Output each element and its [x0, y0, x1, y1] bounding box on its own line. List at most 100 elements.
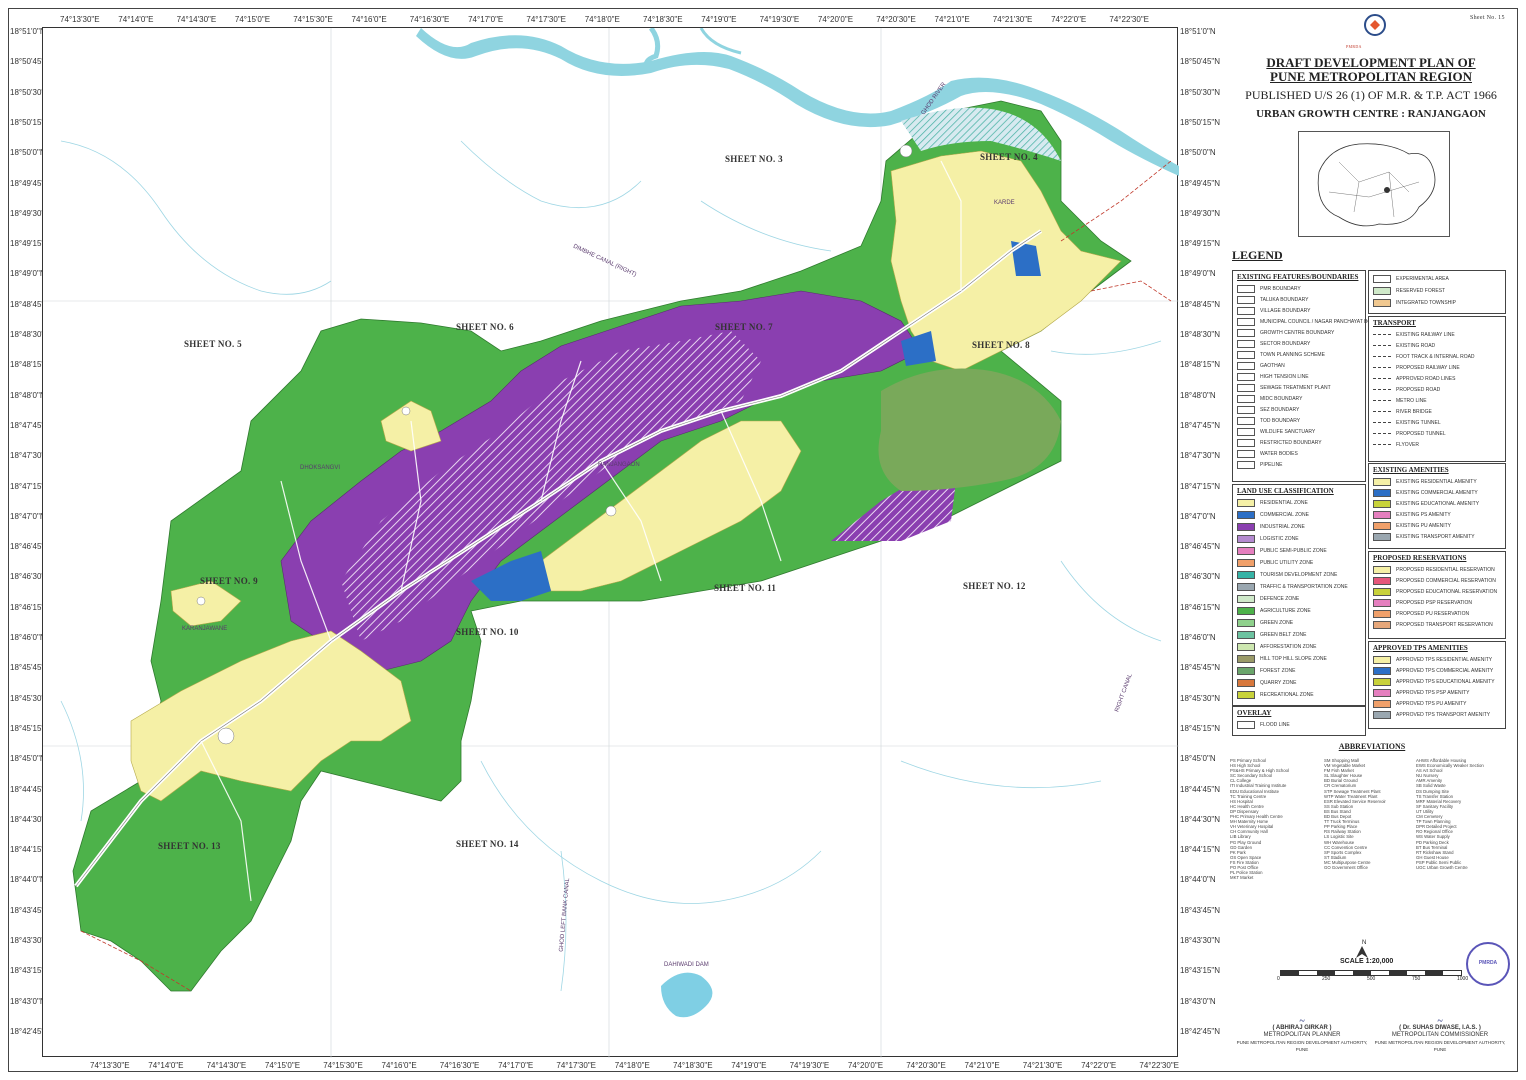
ghod-river — [416, 28, 1179, 176]
title-line-2: PUNE METROPOLITAN REGION — [1270, 69, 1472, 84]
signatory-organisation: PUNE METROPOLITAN REGION DEVELOPMENT AUT… — [1236, 1040, 1368, 1052]
legend-label: METRO LINE — [1396, 397, 1427, 404]
legend-item: TALUKA BOUNDARY — [1233, 294, 1365, 305]
legend-item: APPROVED TPS EDUCATIONAL AMENITY — [1369, 676, 1505, 687]
legend-swatch — [1373, 688, 1391, 697]
key-map-svg — [1317, 143, 1436, 227]
sheet-label-7: SHEET NO. 7 — [715, 322, 773, 332]
legend-swatch — [1373, 299, 1391, 307]
map-frame — [42, 26, 1179, 1058]
legend-swatch — [1373, 499, 1391, 508]
legend-item: INTEGRATED TOWNSHIP — [1369, 297, 1505, 309]
signature-mark: ~ — [1299, 1016, 1305, 1027]
legend-label: RIVER BRIDGE — [1396, 408, 1432, 415]
legend-label: PROPOSED EDUCATIONAL RESERVATION — [1396, 588, 1498, 595]
latitude-label: 18°46'30"N — [1180, 572, 1221, 582]
legend-label: QUARRY ZONE — [1260, 680, 1297, 686]
legend-misc: EXPERIMENTAL AREA RESERVED FOREST INTEGRAT… — [1368, 270, 1506, 314]
legend-item: TRAFFIC & TRANSPORTATION ZONE — [1233, 581, 1365, 593]
legend-swatch — [1237, 583, 1255, 591]
legend-item: INDUSTRIAL ZONE — [1233, 521, 1365, 533]
longitude-label: 74°15'30"E — [323, 1061, 363, 1070]
legend-swatch — [1237, 438, 1255, 447]
legend-label: TOURISM DEVELOPMENT ZONE — [1260, 572, 1338, 578]
place-karde: KARDE — [994, 200, 1015, 206]
legend-label: LOGISTIC ZONE — [1260, 536, 1299, 542]
legend-label: GAOTHAN — [1260, 362, 1285, 369]
latitude-label: 18°49'45"N — [1180, 178, 1221, 188]
legend-item: GREEN BELT ZONE — [1233, 629, 1365, 641]
legend-item: EXPERIMENTAL AREA — [1369, 273, 1505, 285]
legend-item: FLOOD LINE — [1233, 719, 1365, 731]
legend-swatch — [1373, 710, 1391, 719]
legend-item: PMR BOUNDARY — [1233, 283, 1365, 294]
longitude-label: 74°15'30"E — [293, 15, 333, 24]
legend-item: PROPOSED RESIDENTIAL RESERVATION — [1369, 564, 1505, 575]
legend-item: MUNICIPAL COUNCIL / NAGAR PANCHAYAT BOUN… — [1233, 316, 1392, 327]
legend-item: SEZ BOUNDARY — [1233, 404, 1365, 415]
longitude-label: 74°16'30"E — [439, 1061, 480, 1070]
legend-label: PROPOSED COMMERCIAL RESERVATION — [1396, 577, 1496, 584]
latitude-label: 18°46'45"N — [1180, 542, 1221, 552]
abbreviation-entry: WTP Water Treatment Plant — [1324, 793, 1378, 799]
legend-swatch — [1237, 372, 1255, 381]
legend-swatch — [1237, 427, 1255, 436]
legend-swatch — [1237, 655, 1255, 663]
sheet-label-3: SHEET NO. 3 — [725, 154, 783, 164]
scale-tick-label: 500 — [1367, 976, 1376, 982]
legend-item: EXISTING ROAD — [1369, 340, 1505, 351]
legend-swatch — [1373, 655, 1391, 664]
legend-item: EXISTING TUNNEL — [1369, 417, 1505, 428]
signature-commissioner: ~ ( Dr. SUHAS DIWASE, I.A.S. ) METROPOLI… — [1370, 1017, 1510, 1053]
legend-item: MIDC BOUNDARY — [1233, 393, 1365, 404]
legend-swatch — [1373, 510, 1391, 519]
legend-label: APPROVED ROAD LINES — [1396, 375, 1456, 382]
scale-tick-label: 750 — [1412, 976, 1421, 982]
pmrda-stamp: PMRDA — [1466, 942, 1510, 986]
legend-item: APPROVED TPS RESIDENTIAL AMENITY — [1369, 654, 1505, 665]
legend-list: FLOOD LINE — [1233, 719, 1365, 731]
pmrda-logo-icon — [1364, 14, 1386, 36]
legend-label: PROPOSED TUNNEL — [1396, 430, 1446, 437]
legend-land-use: LAND USE CLASSIFICATION RESIDENTIAL ZONE… — [1232, 484, 1366, 706]
abbreviation-entry: ITI Industrial Training Institute — [1230, 783, 1287, 789]
legend-swatch — [1373, 345, 1391, 346]
legend-item: PUBLIC SEMI-PUBLIC ZONE — [1233, 545, 1365, 557]
land-use-map[interactable] — [43, 26, 1179, 1058]
longitude-label: 74°22'0"E — [1051, 15, 1087, 24]
legend-label: GROWTH CENTRE BOUNDARY — [1260, 329, 1335, 336]
legend-swatch — [1237, 523, 1255, 531]
legend-label: INTEGRATED TOWNSHIP — [1396, 300, 1457, 306]
legend-label: AFFORESTATION ZONE — [1260, 644, 1317, 650]
plan-sheet: Sheet No. 15 74°13'30"E 74°14'0"E 74°14'30… — [0, 0, 1526, 1080]
latitude-label: 18°47'0"N — [1180, 511, 1216, 521]
legend-item: DEFENCE ZONE — [1233, 593, 1365, 605]
legend-item: EXISTING PS AMENITY — [1369, 509, 1505, 520]
longitude-label: 74°22'30"E — [1109, 15, 1149, 24]
legend-label: EXISTING EDUCATIONAL AMENITY — [1396, 500, 1480, 507]
latitude-label: 18°50'30"N — [1180, 87, 1221, 97]
abbreviations: ABBREVIATIONS PS Primary School HS High S… — [1228, 742, 1516, 942]
legend-swatch — [1373, 488, 1391, 497]
legend-swatch — [1237, 499, 1255, 507]
legend-item: PROPOSED EDUCATIONAL RESERVATION — [1369, 586, 1505, 597]
legend-swatch — [1237, 595, 1255, 603]
legend-label: SECTOR BOUNDARY — [1260, 340, 1311, 347]
longitude-label: 74°17'30"E — [556, 1061, 596, 1070]
legend-item: AFFORESTATION ZONE — [1233, 641, 1365, 653]
scale-label: SCALE 1:20,000 — [1340, 958, 1394, 965]
legend-item: SECTOR BOUNDARY — [1233, 338, 1365, 349]
legend-item: APPROVED TPS COMMERCIAL AMENITY — [1369, 665, 1505, 676]
legend-label: APPROVED TPS RESIDENTIAL AMENITY — [1396, 656, 1493, 663]
scale-bar: N SCALE 1:20,000 0 250 500 750 1000 — [1270, 940, 1470, 982]
legend-swatch — [1373, 576, 1391, 585]
latitude-label: 18°45'30"N — [1180, 693, 1221, 703]
abbreviations-column-3: AHWS Affordable Housing EWS Economically … — [1416, 758, 1484, 870]
legend-item: RECREATIONAL ZONE — [1233, 689, 1365, 701]
longitude-label: 74°16'0"E — [381, 1061, 417, 1070]
legend-label: EXISTING RESIDENTIAL AMENITY — [1396, 478, 1477, 485]
latitude-label: 18°47'30"N — [1180, 451, 1221, 461]
legend-label: EXISTING RAILWAY LINE — [1396, 331, 1455, 338]
legend-swatch — [1237, 416, 1255, 425]
sheet-label-10: SHEET NO. 10 — [456, 627, 519, 637]
